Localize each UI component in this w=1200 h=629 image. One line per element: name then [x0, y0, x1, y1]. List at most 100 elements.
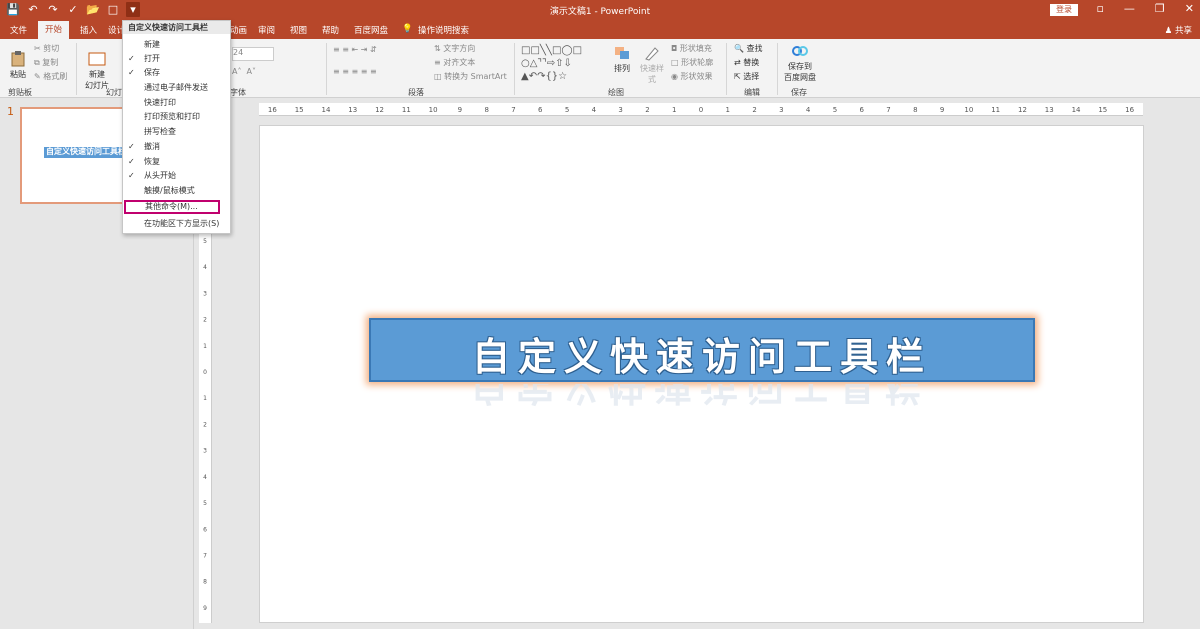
ribbon-display-icon[interactable]: ▫ [1096, 2, 1103, 15]
shape-effects-button[interactable]: ◉ 形状效果 [671, 71, 713, 82]
ruler-tick-label: 7 [886, 106, 890, 114]
align-buttons[interactable]: ≡ ≡ ≡ ≡ ≡ [333, 67, 377, 76]
format-painter-button[interactable]: ✎ 格式刷 [34, 71, 67, 82]
text-direction-button[interactable]: ⇅ 文字方向 [434, 43, 475, 54]
copy-button[interactable]: ⧉ 复制 [34, 57, 58, 68]
tab-animation[interactable]: 动画 [230, 24, 247, 36]
menu-item-spelling[interactable]: 拼写检查 [123, 125, 230, 139]
find-button[interactable]: 🔍 查找 [734, 43, 763, 54]
select-button[interactable]: ⇱ 选择 [734, 71, 759, 82]
tab-insert[interactable]: 插入 [80, 24, 97, 36]
ruler-tick-label: 5 [833, 106, 837, 114]
tab-help[interactable]: 帮助 [322, 24, 339, 36]
tab-review[interactable]: 审阅 [258, 24, 275, 36]
ruler-tick-label: 0 [203, 369, 207, 376]
ruler-tick-label: 13 [1045, 106, 1054, 114]
ruler-tick-label: 11 [991, 106, 1000, 114]
menu-item-label: 在功能区下方显示(S) [144, 219, 220, 228]
align-text-label: 对齐文本 [443, 58, 476, 67]
ruler-tick-label: 5 [203, 238, 207, 245]
ruler-tick-label: 3 [203, 290, 207, 297]
quick-styles-button[interactable]: 快速样式 [637, 45, 667, 85]
thumbnail-title: 自定义快速访问工具栏 [46, 147, 126, 156]
tab-file[interactable]: 文件 [10, 24, 27, 36]
ruler-tick-label: 2 [645, 106, 649, 114]
maximize-icon[interactable]: ❐ [1155, 2, 1165, 15]
ruler-tick-label: 4 [806, 106, 811, 114]
new-slide-button[interactable]: 新建 幻灯片 [84, 51, 110, 91]
cut-label: 剪切 [43, 44, 60, 53]
font-grow-shrink[interactable]: A˄ A˅ [232, 67, 256, 76]
check-icon: ✓ [128, 68, 135, 77]
baidu-cloud-icon [792, 46, 808, 56]
shape-outline-button[interactable]: □ 形状轮廓 [671, 57, 713, 68]
ruler-tick-label: 6 [203, 526, 207, 533]
menu-item-save[interactable]: ✓ 保存 [123, 66, 230, 80]
menu-item-label: 通过电子邮件发送 [144, 83, 208, 92]
group-label-drawing: 绘图 [608, 88, 624, 97]
menu-item-new[interactable]: 新建 [123, 38, 230, 52]
smartart-label: 转换为 SmartArt [444, 72, 507, 81]
cut-button[interactable]: ✂ 剪切 [34, 43, 59, 54]
tab-home[interactable]: 开始 [38, 21, 70, 39]
list-buttons[interactable]: ≡ ≡ ⇤ ⇥ ⇵ [333, 45, 377, 54]
ruler-tick-label: 9 [458, 106, 462, 114]
title-bar: 💾 ↶ ↷ ✓ 📂 □ ▾ 演示文稿1 - PowerPoint 登录 ▫ — … [0, 0, 1200, 21]
menu-item-print-preview[interactable]: 打印预览和打印 [123, 110, 230, 124]
ruler-tick-label: 11 [402, 106, 411, 114]
menu-item-label: 打开 [144, 54, 160, 63]
ruler-tick-label: 13 [348, 106, 357, 114]
menu-item-from-beginning[interactable]: ✓ 从头开始 [123, 169, 230, 183]
person-icon: ♟ [1164, 26, 1173, 36]
menu-item-open[interactable]: ✓ 打开 [123, 52, 230, 66]
align-text-button[interactable]: ≡ 对齐文本 [434, 57, 475, 68]
ruler-tick-label: 1 [203, 343, 207, 350]
smartart-button[interactable]: ◫ 转换为 SmartArt [434, 71, 507, 82]
menu-item-label: 拼写检查 [144, 127, 176, 136]
lightbulb-icon: 💡 [402, 24, 413, 34]
ruler-tick-label: 6 [859, 106, 864, 114]
menu-item-redo[interactable]: ✓ 恢复 [123, 155, 230, 169]
menu-item-quick-print[interactable]: 快速打印 [123, 96, 230, 110]
replace-button[interactable]: ⇄ 替换 [734, 57, 759, 68]
title-text-box[interactable]: 自定义快速访问工具栏 [369, 318, 1035, 382]
quick-styles-label: 快速样式 [640, 64, 664, 84]
copy-label: 复制 [42, 58, 59, 67]
new-slide-icon [88, 52, 106, 66]
shape-outline-label: 形状轮廓 [681, 58, 714, 67]
ruler-tick-label: 5 [203, 500, 207, 507]
tell-me-search[interactable]: 操作说明搜索 [418, 24, 469, 36]
clipboard-icon [11, 51, 25, 67]
shape-fill-button[interactable]: ◘ 形状填充 [671, 43, 712, 54]
minimize-icon[interactable]: — [1124, 2, 1135, 15]
ruler-tick-label: 9 [940, 106, 944, 114]
save-to-baidu-button[interactable]: 保存到 百度网盘 [783, 43, 817, 83]
ruler-tick-label: 8 [913, 106, 917, 114]
separator [76, 43, 77, 95]
paste-button[interactable]: 粘贴 [6, 51, 30, 80]
tab-view[interactable]: 视图 [290, 24, 307, 36]
ruler-tick-label: 14 [322, 106, 331, 114]
menu-item-undo[interactable]: ✓ 撤消 [123, 140, 230, 154]
check-icon: ✓ [128, 54, 135, 63]
menu-header: 自定义快速访问工具栏 [123, 21, 230, 34]
login-button[interactable]: 登录 [1050, 4, 1078, 16]
ruler-tick-label: 4 [592, 106, 597, 114]
font-size-box[interactable]: 24 [232, 47, 274, 61]
menu-item-touch-mode[interactable]: 触摸/鼠标模式 [123, 184, 230, 198]
menu-item-more-commands[interactable]: 其他命令(M)... [124, 200, 220, 214]
menu-item-show-below-ribbon[interactable]: 在功能区下方显示(S) [123, 217, 230, 231]
menu-item-label: 快速打印 [144, 98, 176, 107]
ruler-tick-label: 2 [203, 421, 207, 428]
ruler-tick-label: 7 [203, 552, 207, 559]
tab-baidu[interactable]: 百度网盘 [354, 24, 388, 36]
share-button[interactable]: ♟ 共享 [1165, 24, 1192, 36]
reflection-text: 自定义快速访问工具栏 [469, 384, 930, 409]
replace-label: 替换 [743, 58, 760, 67]
arrange-button[interactable]: 排列 [612, 45, 632, 74]
slide-canvas[interactable]: 自定义快速访问工具栏 自定义快速访问工具栏 [259, 125, 1144, 623]
close-icon[interactable]: ✕ [1185, 2, 1194, 15]
menu-item-email[interactable]: 通过电子邮件发送 [123, 81, 230, 95]
ruler-tick-label: 8 [484, 106, 488, 114]
shapes-gallery[interactable]: □□╲╲□◯□ ○△⌝⌝⇨⇧⇩ ▲↶↷{}☆ [521, 44, 609, 83]
